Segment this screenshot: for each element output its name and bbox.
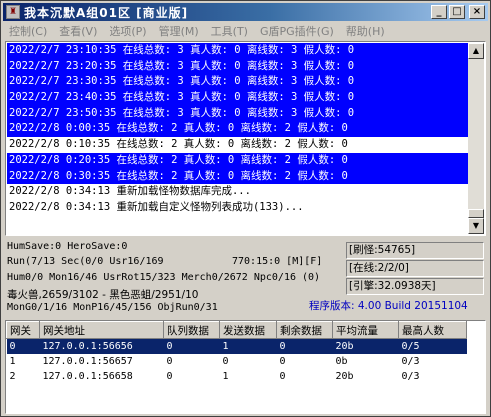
log-line[interactable]: 2022/2/8 0:30:35 在线总数: 2 真人数: 0 离线数: 2 假… xyxy=(7,168,468,185)
header-queue[interactable]: 队列数据 xyxy=(163,321,220,339)
cell-remaining: 0 xyxy=(276,338,333,354)
header-max-users[interactable]: 最高人数 xyxy=(398,321,467,339)
menu-bar: 控制(C) 查看(V) 选项(P) 管理(M) 工具(T) G盾PG插件(G) … xyxy=(3,22,488,40)
maximize-button[interactable]: □ xyxy=(449,5,465,19)
window-controls: _ □ × xyxy=(431,5,485,19)
header-gateway[interactable]: 网关 xyxy=(6,321,40,339)
cell-queue: 0 xyxy=(163,338,220,354)
cell-gateway: 0 xyxy=(6,338,40,354)
cell-max-users: 0/3 xyxy=(401,370,420,382)
log-line[interactable]: 2022/2/7 23:20:35 在线总数: 3 真人数: 0 离线数: 3 … xyxy=(7,58,468,75)
cell-remaining: 0 xyxy=(279,355,286,367)
minimize-button[interactable]: _ xyxy=(431,5,447,19)
gateway-table[interactable]: 网关 网关地址 队列数据 发送数据 剩余数据 平均流量 最高人数 0 127.0… xyxy=(5,320,486,414)
title-bar[interactable]: ♜ 我本沉默A组01区 [商业版] _ □ × xyxy=(3,3,488,21)
log-line[interactable]: 2022/2/8 0:00:35 在线总数: 2 真人数: 0 离线数: 2 假… xyxy=(7,121,468,138)
cell-queue: 0 xyxy=(166,370,173,382)
header-avg-traffic[interactable]: 平均流量 xyxy=(332,321,399,339)
status-time: 770:15:0 [M][F] xyxy=(232,256,323,267)
menu-manage[interactable]: 管理(M) xyxy=(153,23,205,39)
scroll-down-icon[interactable]: ▼ xyxy=(468,218,484,234)
engine-uptime: [引擎:32.0938天] xyxy=(346,278,484,295)
cell-max-users: 0/3 xyxy=(401,355,420,367)
status-monster: 毒火兽,2659/3102 - 黑色恶蛆/2951/10 xyxy=(7,289,199,301)
cell-sent: 0 xyxy=(222,355,229,367)
log-line[interactable]: 2022/2/8 0:20:35 在线总数: 2 真人数: 0 离线数: 2 假… xyxy=(7,152,468,169)
cell-queue: 0 xyxy=(166,355,173,367)
scroll-thumb[interactable] xyxy=(468,209,484,218)
online-counter: [在线:2/2/0] xyxy=(346,260,484,277)
table-header-row: 网关 网关地址 队列数据 发送数据 剩余数据 平均流量 最高人数 xyxy=(6,321,467,339)
header-address[interactable]: 网关地址 xyxy=(39,321,164,339)
log-line[interactable]: 2022/2/7 23:10:35 在线总数: 3 真人数: 0 离线数: 3 … xyxy=(7,43,468,59)
menu-view[interactable]: 查看(V) xyxy=(53,23,103,39)
window-title: 我本沉默A组01区 [商业版] xyxy=(24,5,189,20)
table-row[interactable]: 0 127.0.0.1:56656 0 1 0 20b 0/5 xyxy=(6,338,467,354)
status-save: HumSave:0 HeroSave:0 xyxy=(7,241,128,252)
menu-options[interactable]: 选项(P) xyxy=(103,23,152,39)
cell-address: 127.0.0.1:56656 xyxy=(39,338,164,354)
app-icon[interactable]: ♜ xyxy=(6,5,20,19)
status-run: Run(7/13 Sec(0/0 Usr16/169 xyxy=(7,256,164,267)
main-window: ♜ 我本沉默A组01区 [商业版] _ □ × 控制(C) 查看(V) 选项(P… xyxy=(0,0,491,417)
table-row[interactable]: 2 127.0.0.1:56658 0 1 0 20b 0/3 xyxy=(7,369,467,384)
cell-gateway: 2 xyxy=(9,370,16,382)
cell-sent: 1 xyxy=(219,338,277,354)
menu-plugin[interactable]: G盾PG插件(G) xyxy=(254,23,340,39)
status-mongen: MonG0/1/16 MonP16/45/156 ObjRun0/31 xyxy=(7,302,218,313)
cell-address: 127.0.0.1:56658 xyxy=(42,370,133,382)
log-line[interactable]: 2022/2/7 23:40:35 在线总数: 3 真人数: 0 离线数: 3 … xyxy=(7,90,468,106)
log-line[interactable]: 2022/2/7 23:50:35 在线总数: 3 真人数: 0 离线数: 3 … xyxy=(7,105,468,122)
cell-gateway: 1 xyxy=(9,355,16,367)
status-counters: Hum0/0 Mon16/46 UsrRot15/323 Merch0/2672… xyxy=(7,272,321,283)
version-label: 程序版本: 4.00 Build 20151104 xyxy=(309,300,468,312)
cell-sent: 1 xyxy=(222,370,229,382)
log-panel[interactable]: 2022/2/7 23:10:35 在线总数: 3 真人数: 0 离线数: 3 … xyxy=(5,41,486,236)
cell-avg-traffic: 20b xyxy=(332,338,399,354)
cell-avg-traffic: 0b xyxy=(335,355,348,367)
header-remaining[interactable]: 剩余数据 xyxy=(276,321,333,339)
status-panel: HumSave:0 HeroSave:0 Run(7/13 Sec(0/0 Us… xyxy=(5,239,486,319)
log-line[interactable]: 2022/2/8 0:34:13 重新加载自定义怪物列表成功(133)... xyxy=(7,200,468,216)
log-line[interactable]: 2022/2/8 0:10:35 在线总数: 2 真人数: 0 离线数: 2 假… xyxy=(7,137,468,153)
menu-control[interactable]: 控制(C) xyxy=(3,23,53,39)
header-sent[interactable]: 发送数据 xyxy=(219,321,277,339)
cell-address: 127.0.0.1:56657 xyxy=(42,355,133,367)
cell-remaining: 0 xyxy=(279,370,286,382)
cell-max-users: 0/5 xyxy=(398,338,467,354)
close-button[interactable]: × xyxy=(469,5,485,19)
scroll-up-icon[interactable]: ▲ xyxy=(468,43,484,59)
log-line[interactable]: 2022/2/8 0:34:13 重新加载怪物数据库完成... xyxy=(7,184,468,200)
menu-help[interactable]: 帮助(H) xyxy=(340,23,391,39)
cell-avg-traffic: 20b xyxy=(335,370,354,382)
log-list[interactable]: 2022/2/7 23:10:35 在线总数: 3 真人数: 0 离线数: 3 … xyxy=(7,43,468,234)
log-line[interactable]: 2022/2/7 23:30:35 在线总数: 3 真人数: 0 离线数: 3 … xyxy=(7,74,468,91)
log-scrollbar[interactable]: ▲ ▼ xyxy=(468,43,484,234)
refresh-monster-counter: [刷怪:54765] xyxy=(346,242,484,259)
table-row[interactable]: 1 127.0.0.1:56657 0 0 0 0b 0/3 xyxy=(7,354,467,369)
menu-tools[interactable]: 工具(T) xyxy=(205,23,254,39)
